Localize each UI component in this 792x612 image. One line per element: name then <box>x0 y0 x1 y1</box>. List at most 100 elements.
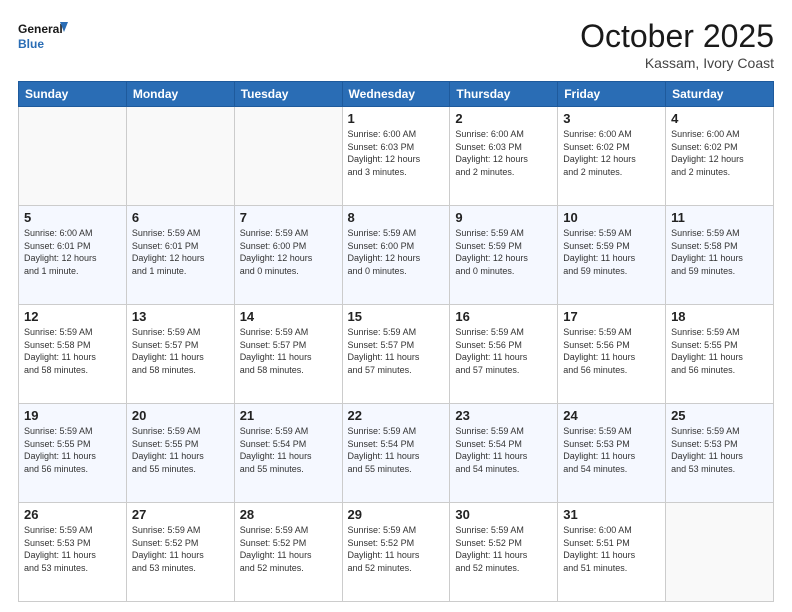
day-number: 20 <box>132 408 229 423</box>
cell-content: Sunrise: 5:59 AM Sunset: 5:54 PM Dayligh… <box>348 425 445 475</box>
cell-4-3: 21 Sunrise: 5:59 AM Sunset: 5:54 PM Dayli… <box>234 404 342 503</box>
day-number: 18 <box>671 309 768 324</box>
week-row-3: 12Sunrise: 5:59 AM Sunset: 5:58 PM Dayli… <box>19 305 774 404</box>
cell-1-4: 1Sunrise: 6:00 AM Sunset: 6:03 PM Daylig… <box>342 107 450 206</box>
cell-content: Sunrise: 5:59 AM Sunset: 5:52 PM Dayligh… <box>132 524 229 574</box>
col-saturday: Saturday <box>666 82 774 107</box>
cell-5-6: 31 Sunrise: 6:00 AM Sunset: 5:51 PM Dayli… <box>558 503 666 602</box>
day-number: 25 <box>671 408 768 423</box>
day-number: 28 <box>240 507 337 522</box>
cell-5-3: 28 Sunrise: 5:59 AM Sunset: 5:52 PM Dayli… <box>234 503 342 602</box>
day-number: 11 <box>671 210 768 225</box>
day-number: 30 <box>455 507 552 522</box>
cell-2-6: 10Sunrise: 5:59 AM Sunset: 5:59 PM Dayli… <box>558 206 666 305</box>
cell-content: Sunrise: 5:59 AM Sunset: 6:00 PM Dayligh… <box>348 227 445 277</box>
cell-4-5: 23 Sunrise: 5:59 AM Sunset: 5:54 PM Dayli… <box>450 404 558 503</box>
col-thursday: Thursday <box>450 82 558 107</box>
cell-content: Sunrise: 5:59 AM Sunset: 5:59 PM Dayligh… <box>455 227 552 277</box>
svg-text:Blue: Blue <box>18 37 44 51</box>
cell-5-2: 27 Sunrise: 5:59 AM Sunset: 5:52 PM Dayli… <box>126 503 234 602</box>
cell-5-7 <box>666 503 774 602</box>
week-row-2: 5 Sunrise: 6:00 AM Sunset: 6:01 PM Daylig… <box>19 206 774 305</box>
cell-content: Sunrise: 5:59 AM Sunset: 5:57 PM Dayligh… <box>348 326 445 376</box>
weekday-row: Sunday Monday Tuesday Wednesday Thursday… <box>19 82 774 107</box>
day-number: 24 <box>563 408 660 423</box>
cell-1-2 <box>126 107 234 206</box>
cell-4-6: 24Sunrise: 5:59 AM Sunset: 5:53 PM Dayli… <box>558 404 666 503</box>
cell-content: Sunrise: 5:59 AM Sunset: 6:01 PM Dayligh… <box>132 227 229 277</box>
cell-content: Sunrise: 5:59 AM Sunset: 5:54 PM Dayligh… <box>455 425 552 475</box>
day-number: 7 <box>240 210 337 225</box>
cell-2-4: 8 Sunrise: 5:59 AM Sunset: 6:00 PM Daylig… <box>342 206 450 305</box>
day-number: 9 <box>455 210 552 225</box>
day-number: 17 <box>563 309 660 324</box>
page: General Blue October 2025 Kassam, Ivory … <box>0 0 792 612</box>
day-number: 16 <box>455 309 552 324</box>
cell-3-2: 13 Sunrise: 5:59 AM Sunset: 5:57 PM Dayli… <box>126 305 234 404</box>
cell-1-7: 4Sunrise: 6:00 AM Sunset: 6:02 PM Daylig… <box>666 107 774 206</box>
day-number: 31 <box>563 507 660 522</box>
day-number: 1 <box>348 111 445 126</box>
cell-2-1: 5 Sunrise: 6:00 AM Sunset: 6:01 PM Daylig… <box>19 206 127 305</box>
col-friday: Friday <box>558 82 666 107</box>
cell-content: Sunrise: 5:59 AM Sunset: 5:56 PM Dayligh… <box>455 326 552 376</box>
week-row-5: 26 Sunrise: 5:59 AM Sunset: 5:53 PM Dayli… <box>19 503 774 602</box>
cell-content: Sunrise: 5:59 AM Sunset: 5:56 PM Dayligh… <box>563 326 660 376</box>
day-number: 15 <box>348 309 445 324</box>
col-monday: Monday <box>126 82 234 107</box>
cell-content: Sunrise: 6:00 AM Sunset: 6:03 PM Dayligh… <box>455 128 552 178</box>
cell-2-7: 11Sunrise: 5:59 AM Sunset: 5:58 PM Dayli… <box>666 206 774 305</box>
cell-3-6: 17 Sunrise: 5:59 AM Sunset: 5:56 PM Dayli… <box>558 305 666 404</box>
cell-content: Sunrise: 5:59 AM Sunset: 5:57 PM Dayligh… <box>132 326 229 376</box>
day-number: 13 <box>132 309 229 324</box>
cell-3-4: 15 Sunrise: 5:59 AM Sunset: 5:57 PM Dayli… <box>342 305 450 404</box>
day-number: 14 <box>240 309 337 324</box>
cell-content: Sunrise: 5:59 AM Sunset: 5:59 PM Dayligh… <box>563 227 660 277</box>
cell-5-1: 26 Sunrise: 5:59 AM Sunset: 5:53 PM Dayli… <box>19 503 127 602</box>
day-number: 4 <box>671 111 768 126</box>
cell-1-1 <box>19 107 127 206</box>
day-number: 2 <box>455 111 552 126</box>
day-number: 8 <box>348 210 445 225</box>
cell-1-6: 3Sunrise: 6:00 AM Sunset: 6:02 PM Daylig… <box>558 107 666 206</box>
cell-content: Sunrise: 6:00 AM Sunset: 6:01 PM Dayligh… <box>24 227 121 277</box>
cell-content: Sunrise: 5:59 AM Sunset: 5:58 PM Dayligh… <box>24 326 121 376</box>
cell-2-5: 9 Sunrise: 5:59 AM Sunset: 5:59 PM Daylig… <box>450 206 558 305</box>
cell-content: Sunrise: 5:59 AM Sunset: 5:55 PM Dayligh… <box>132 425 229 475</box>
cell-content: Sunrise: 5:59 AM Sunset: 5:54 PM Dayligh… <box>240 425 337 475</box>
month-title: October 2025 <box>580 18 774 55</box>
cell-content: Sunrise: 5:59 AM Sunset: 5:53 PM Dayligh… <box>24 524 121 574</box>
calendar-table: Sunday Monday Tuesday Wednesday Thursday… <box>18 81 774 602</box>
day-number: 5 <box>24 210 121 225</box>
cell-content: Sunrise: 5:59 AM Sunset: 5:53 PM Dayligh… <box>671 425 768 475</box>
cell-2-2: 6 Sunrise: 5:59 AM Sunset: 6:01 PM Daylig… <box>126 206 234 305</box>
cell-4-1: 19 Sunrise: 5:59 AM Sunset: 5:55 PM Dayli… <box>19 404 127 503</box>
cell-content: Sunrise: 6:00 AM Sunset: 5:51 PM Dayligh… <box>563 524 660 574</box>
cell-3-3: 14Sunrise: 5:59 AM Sunset: 5:57 PM Dayli… <box>234 305 342 404</box>
cell-5-4: 29Sunrise: 5:59 AM Sunset: 5:52 PM Dayli… <box>342 503 450 602</box>
cell-content: Sunrise: 5:59 AM Sunset: 5:52 PM Dayligh… <box>240 524 337 574</box>
cell-4-4: 22Sunrise: 5:59 AM Sunset: 5:54 PM Dayli… <box>342 404 450 503</box>
day-number: 19 <box>24 408 121 423</box>
day-number: 23 <box>455 408 552 423</box>
logo: General Blue <box>18 18 68 60</box>
location: Kassam, Ivory Coast <box>580 55 774 71</box>
cell-content: Sunrise: 5:59 AM Sunset: 5:52 PM Dayligh… <box>455 524 552 574</box>
day-number: 26 <box>24 507 121 522</box>
cell-1-3 <box>234 107 342 206</box>
cell-content: Sunrise: 5:59 AM Sunset: 5:55 PM Dayligh… <box>24 425 121 475</box>
week-row-4: 19 Sunrise: 5:59 AM Sunset: 5:55 PM Dayli… <box>19 404 774 503</box>
calendar-body: 1 Sunrise: 6:00 AM Sunset: 6:03 PM Daylig… <box>19 107 774 602</box>
day-number: 29 <box>348 507 445 522</box>
cell-2-3: 7Sunrise: 5:59 AM Sunset: 6:00 PM Daylig… <box>234 206 342 305</box>
week-row-1: 1 Sunrise: 6:00 AM Sunset: 6:03 PM Daylig… <box>19 107 774 206</box>
day-number: 3 <box>563 111 660 126</box>
cell-3-5: 16 Sunrise: 5:59 AM Sunset: 5:56 PM Dayli… <box>450 305 558 404</box>
col-tuesday: Tuesday <box>234 82 342 107</box>
cell-4-2: 20 Sunrise: 5:59 AM Sunset: 5:55 PM Dayli… <box>126 404 234 503</box>
day-number: 27 <box>132 507 229 522</box>
cell-5-5: 30 Sunrise: 5:59 AM Sunset: 5:52 PM Dayli… <box>450 503 558 602</box>
day-number: 6 <box>132 210 229 225</box>
logo-svg: General Blue <box>18 18 68 60</box>
day-number: 21 <box>240 408 337 423</box>
